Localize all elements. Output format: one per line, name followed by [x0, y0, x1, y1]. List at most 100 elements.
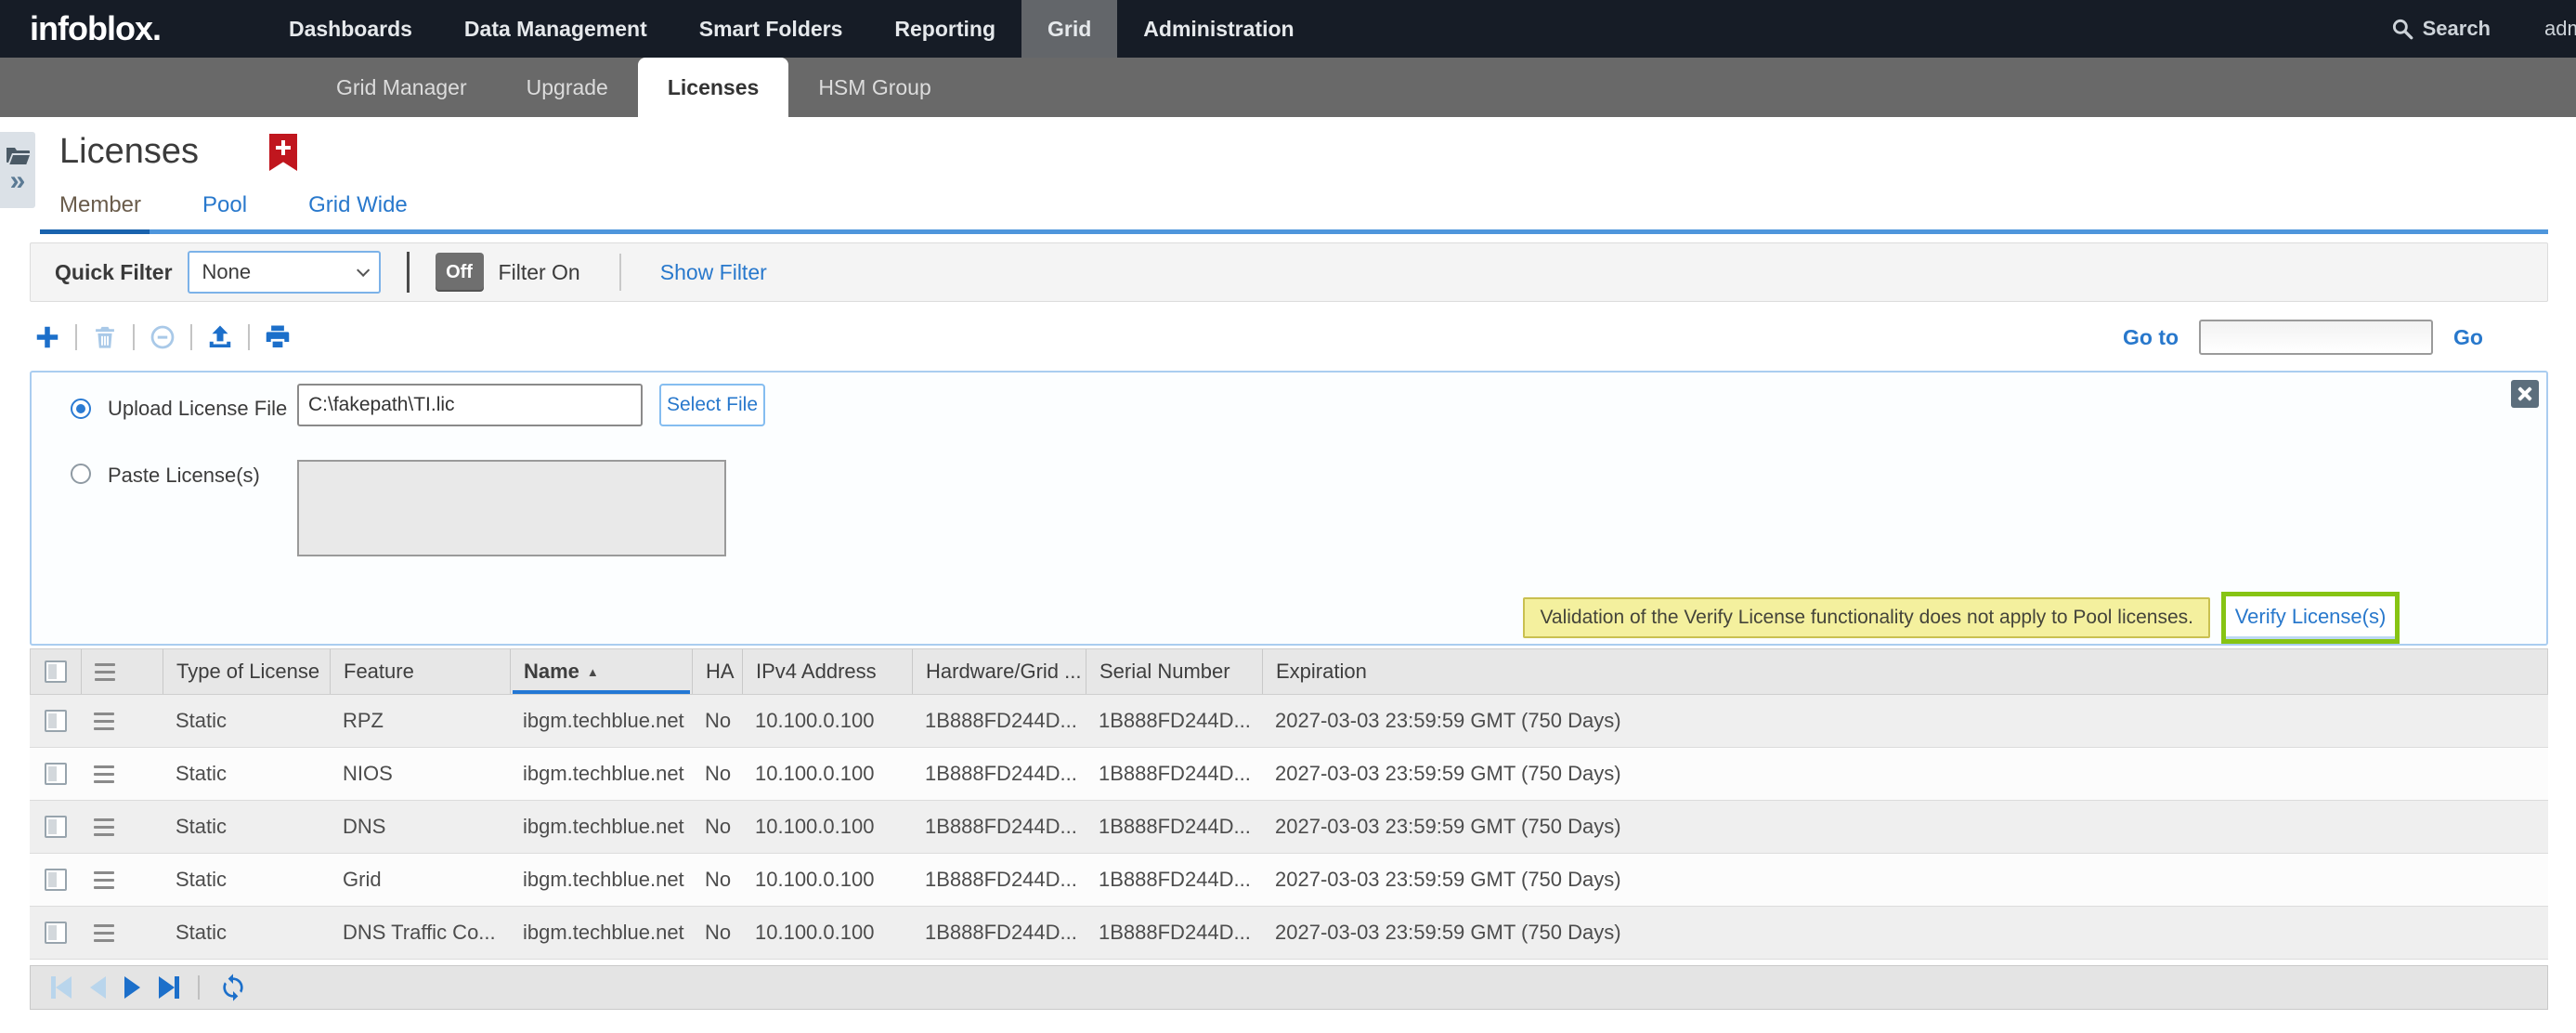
row-menu-icon[interactable] — [94, 924, 114, 942]
quick-filter-selected-value: None — [202, 260, 252, 284]
cell-type: Static — [163, 868, 330, 892]
header-expiration[interactable]: Expiration — [1263, 649, 2547, 694]
license-file-path-input[interactable] — [297, 384, 643, 426]
quick-filter-select[interactable]: None — [188, 251, 381, 294]
close-panel-button[interactable] — [2511, 380, 2539, 408]
refresh-button[interactable] — [218, 973, 248, 1002]
goto-input[interactable] — [2199, 320, 2433, 355]
tab-pool[interactable]: Pool — [202, 192, 247, 218]
nav-item-reporting[interactable]: Reporting — [868, 0, 1021, 58]
bookmark-add-icon[interactable] — [269, 134, 297, 171]
divider — [133, 324, 135, 350]
subnav-item-grid-manager[interactable]: Grid Manager — [306, 58, 497, 117]
global-search[interactable]: Search — [2390, 17, 2491, 41]
header-ha[interactable]: HA — [693, 649, 743, 694]
sorted-column-underline — [513, 690, 690, 694]
top-nav-menu: Dashboards Data Management Smart Folders… — [263, 0, 1321, 58]
select-file-button[interactable]: Select File — [659, 384, 765, 426]
menu-icon[interactable] — [95, 663, 115, 681]
cell-expiration: 2027-03-03 23:59:59 GMT (750 Days) — [1262, 921, 2548, 945]
folder-open-icon — [6, 147, 30, 165]
divider — [407, 252, 410, 293]
upload-button[interactable] — [202, 320, 238, 355]
paste-license-radio[interactable] — [71, 464, 91, 484]
table-row[interactable]: Static RPZ ibgm.techblue.net No 10.100.0… — [30, 695, 2548, 748]
row-menu-icon[interactable] — [94, 713, 114, 730]
go-button[interactable]: Go — [2453, 325, 2483, 350]
row-checkbox[interactable] — [45, 763, 67, 785]
toolbar-icons — [30, 320, 295, 355]
row-checkbox[interactable] — [45, 869, 67, 891]
cell-serial: 1B888FD244D... — [1086, 868, 1262, 892]
cell-ipv4: 10.100.0.100 — [742, 868, 912, 892]
filter-on-toggle[interactable]: Off — [436, 253, 484, 292]
remove-button[interactable] — [145, 320, 180, 355]
upload-file-row: Upload License File — [71, 397, 287, 421]
cell-hardware: 1B888FD244D... — [912, 815, 1086, 839]
header-serial-number[interactable]: Serial Number — [1086, 649, 1263, 694]
table-header-row: Type of License Feature Name ▲ HA IPv4 A… — [30, 648, 2548, 695]
tab-grid-wide[interactable]: Grid Wide — [308, 192, 408, 218]
add-button[interactable] — [30, 320, 65, 355]
cell-serial: 1B888FD244D... — [1086, 921, 1262, 945]
header-name[interactable]: Name ▲ — [511, 649, 693, 694]
last-page-button[interactable] — [159, 976, 179, 999]
header-ipv4-address[interactable]: IPv4 Address — [743, 649, 913, 694]
verify-licenses-button[interactable]: Verify License(s) — [2226, 596, 2395, 639]
verify-button-highlight: Verify License(s) — [2221, 592, 2400, 644]
row-menu-icon[interactable] — [94, 818, 114, 836]
sidebar-expand-toggle[interactable]: » — [0, 132, 35, 208]
cell-hardware: 1B888FD244D... — [912, 921, 1086, 945]
row-checkbox[interactable] — [45, 710, 67, 732]
row-checkbox[interactable] — [45, 922, 67, 944]
quick-filter-bar: Quick Filter None Off Filter On Show Fil… — [30, 242, 2548, 302]
tab-member[interactable]: Member — [59, 192, 141, 218]
next-page-button[interactable] — [124, 976, 140, 999]
page-header: Licenses — [0, 117, 2576, 172]
subnav-item-hsm-group[interactable]: HSM Group — [788, 58, 960, 117]
show-filter-link[interactable]: Show Filter — [660, 260, 767, 285]
nav-item-data-management[interactable]: Data Management — [438, 0, 673, 58]
nav-item-grid[interactable]: Grid — [1021, 0, 1117, 58]
delete-button[interactable] — [87, 320, 123, 355]
subnav-item-licenses[interactable]: Licenses — [638, 58, 788, 117]
upload-license-panel: Upload License File Select File Paste Li… — [30, 371, 2548, 646]
row-menu-icon[interactable] — [94, 765, 114, 783]
cell-serial: 1B888FD244D... — [1086, 815, 1262, 839]
printer-icon — [264, 323, 292, 351]
divider — [619, 254, 621, 291]
nav-item-administration[interactable]: Administration — [1117, 0, 1320, 58]
header-feature[interactable]: Feature — [331, 649, 511, 694]
top-nav-bar: infoblox. Dashboards Data Management Sma… — [0, 0, 2576, 58]
upload-license-radio[interactable] — [71, 399, 91, 419]
nav-item-smart-folders[interactable]: Smart Folders — [673, 0, 869, 58]
goto-controls: Go to Go — [2123, 320, 2483, 355]
pagination-bar — [30, 965, 2548, 1010]
active-tab-underline — [40, 229, 150, 234]
row-checkbox[interactable] — [45, 816, 67, 838]
select-all-checkbox[interactable] — [45, 660, 67, 683]
cell-feature: Grid — [330, 868, 510, 892]
upload-icon — [206, 323, 234, 351]
user-menu[interactable]: admin — [2544, 17, 2576, 41]
cell-feature: DNS Traffic Co... — [330, 921, 510, 945]
header-type-of-license[interactable]: Type of License — [163, 649, 331, 694]
first-page-button[interactable] — [51, 976, 72, 999]
table-row[interactable]: Static NIOS ibgm.techblue.net No 10.100.… — [30, 748, 2548, 801]
row-menu-icon[interactable] — [94, 871, 114, 889]
header-hardware-grid[interactable]: Hardware/Grid ... — [913, 649, 1086, 694]
table-row[interactable]: Static DNS ibgm.techblue.net No 10.100.0… — [30, 801, 2548, 854]
paste-license-textarea[interactable] — [297, 460, 726, 556]
license-view-tabs: Member Pool Grid Wide — [59, 192, 2576, 218]
previous-page-button[interactable] — [90, 976, 106, 999]
header-name-label: Name — [524, 660, 579, 684]
cell-ha: No — [692, 709, 742, 733]
table-row[interactable]: Static Grid ibgm.techblue.net No 10.100.… — [30, 854, 2548, 907]
cell-ipv4: 10.100.0.100 — [742, 709, 912, 733]
select-all-checkbox-cell — [31, 649, 82, 694]
trash-icon — [92, 324, 118, 350]
subnav-item-upgrade[interactable]: Upgrade — [497, 58, 638, 117]
print-button[interactable] — [260, 320, 295, 355]
nav-item-dashboards[interactable]: Dashboards — [263, 0, 438, 58]
table-row[interactable]: Static DNS Traffic Co... ibgm.techblue.n… — [30, 907, 2548, 960]
